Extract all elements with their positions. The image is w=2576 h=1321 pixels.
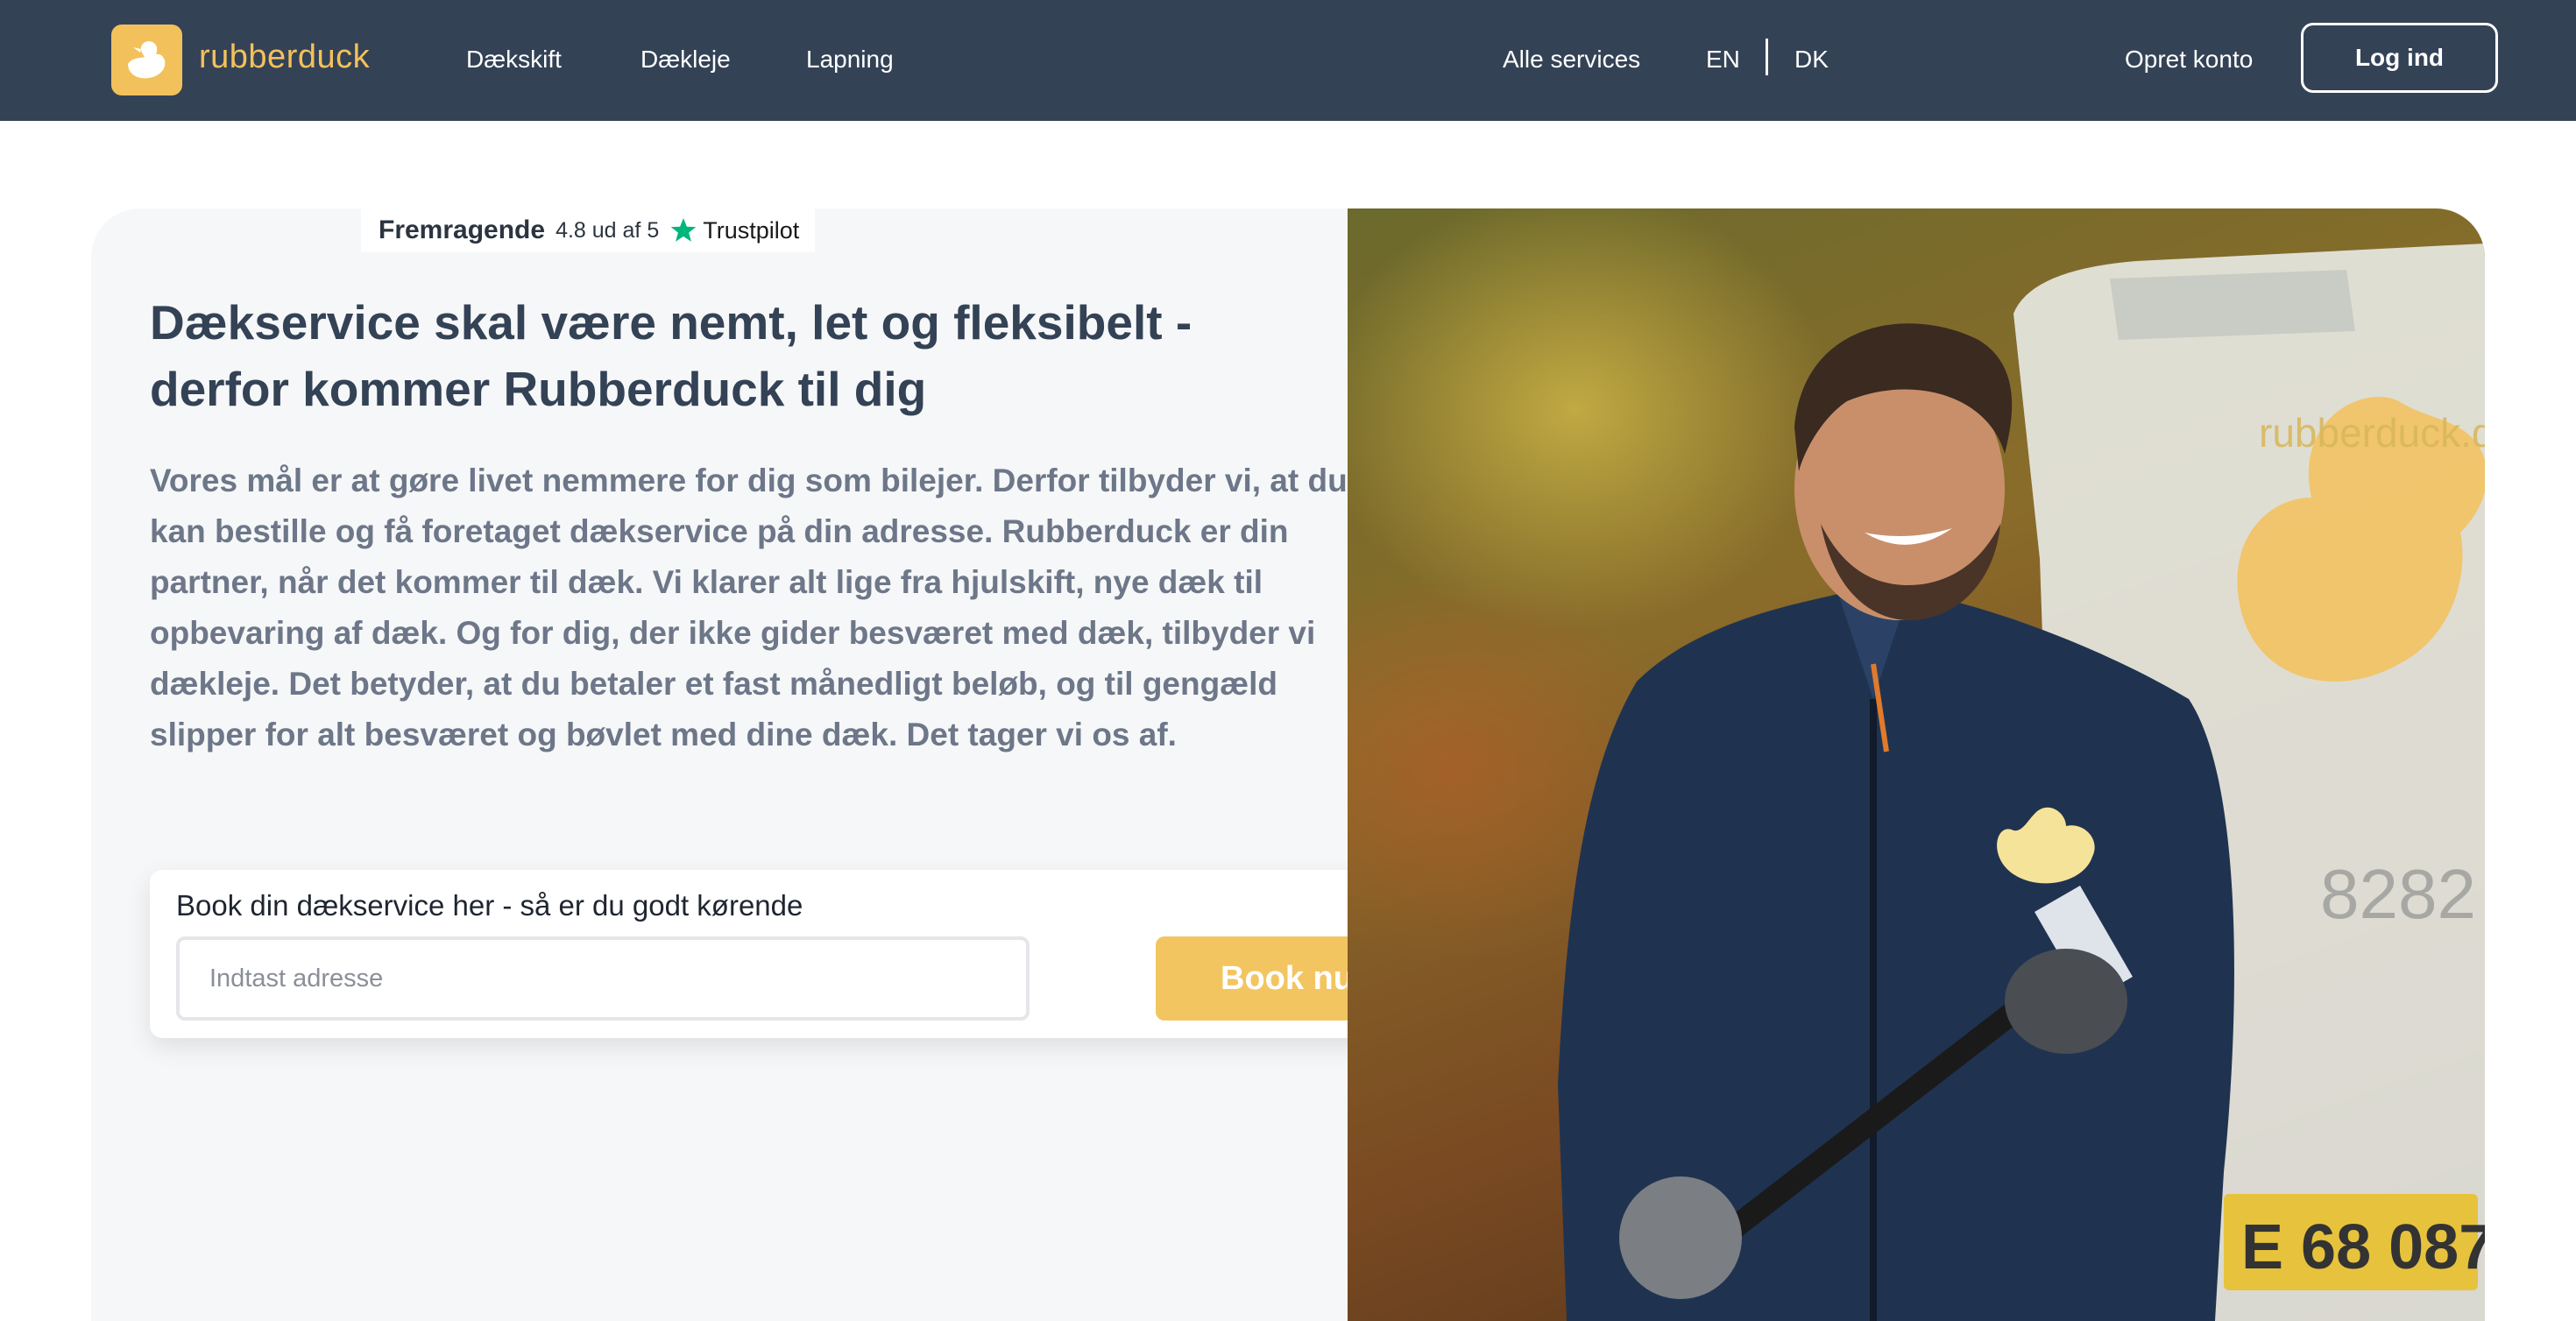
hero-headline: Dækservice skal være nemt, let og fleksi… [150,295,1192,416]
hero-photo: rubberduck.dk 8282 62 E 68 087 [1348,208,2485,1321]
duck-logo-icon[interactable] [111,25,182,95]
hero-text-panel: Fremragende 4.8 ud af 5 Trustpilot Dækse… [91,208,1419,1321]
trustpilot-brand: Trustpilot [669,216,799,244]
hero-description: Vores mål er at gøre livet nemmere for d… [150,463,1348,752]
login-button[interactable]: Log ind [2301,23,2498,93]
brand-name[interactable]: rubberduck [199,39,370,76]
trustpilot-score: 4.8 ud af 5 [556,217,660,243]
star-icon [670,218,697,242]
van-phone-text: 8282 62 [2320,855,2485,933]
nav-item-all-services[interactable]: Alle services [1503,46,1640,74]
van-brand-text: rubberduck.dk [2259,410,2485,456]
top-navigation-bar: rubberduck Dækskift Dækleje Lapning Alle… [0,0,2576,121]
nav-item-daekleje[interactable]: Dækleje [640,46,731,74]
trustpilot-rating-label: Fremragende [379,215,546,244]
license-plate-text: E 68 087 [2241,1212,2485,1282]
address-input[interactable] [176,936,1030,1021]
nav-item-daekskift[interactable]: Dækskift [466,46,562,74]
trustpilot-widget[interactable]: Fremragende 4.8 ud af 5 Trustpilot [361,208,815,252]
language-en[interactable]: EN [1706,46,1740,74]
nav-item-lapning[interactable]: Lapning [806,46,894,74]
trustpilot-brand-label: Trustpilot [703,216,800,244]
language-divider [1766,39,1768,75]
create-account-link[interactable]: Opret konto [2125,46,2253,74]
hero-section: Fremragende 4.8 ud af 5 Trustpilot Dækse… [91,208,2485,1321]
booking-card: Book din dækservice her - så er du godt … [150,870,1419,1038]
booking-label: Book din dækservice her - så er du godt … [176,889,803,922]
language-dk[interactable]: DK [1794,46,1829,74]
